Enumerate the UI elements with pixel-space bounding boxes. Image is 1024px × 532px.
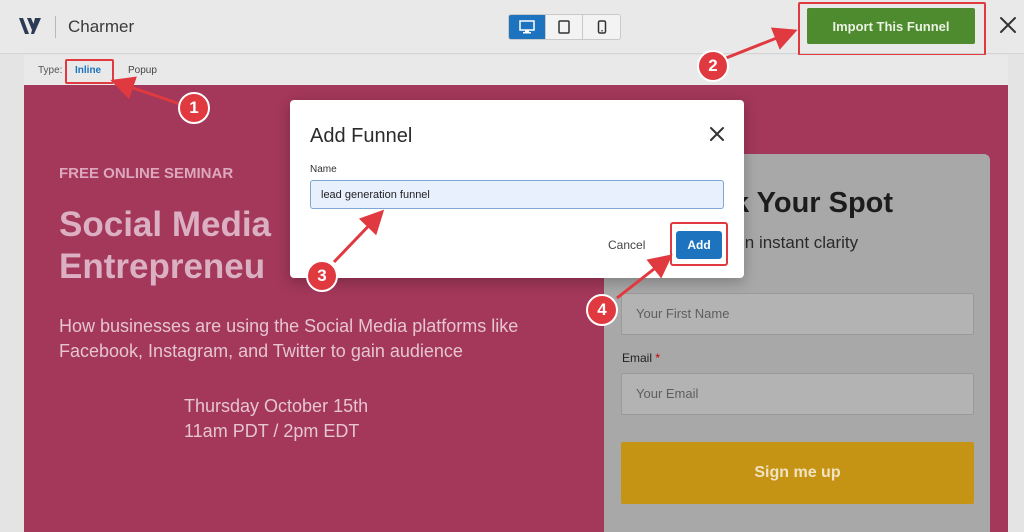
device-switcher [508, 14, 621, 40]
step-3-badge: 3 [306, 260, 338, 292]
headline-line-2: Entrepreneu [59, 247, 266, 286]
event-date-day: Thursday October 15th [184, 396, 369, 416]
step-2-badge: 2 [697, 50, 729, 82]
step-4-badge: 4 [586, 294, 618, 326]
mobile-icon [597, 20, 606, 34]
tablet-view-button[interactable] [546, 15, 583, 39]
first-name-input[interactable]: Your First Name [621, 293, 974, 335]
modal-close-icon[interactable] [708, 125, 726, 143]
event-date: Thursday October 15th 11am PDT / 2pm EDT [184, 394, 484, 444]
email-label-text: Email [622, 351, 653, 365]
seminar-eyebrow: FREE ONLINE SEMINAR [59, 165, 234, 182]
headline-line-1: Social Media [59, 205, 272, 244]
signup-card-title: k Your Spot [733, 187, 894, 219]
app-brand: Charmer [68, 17, 135, 36]
desktop-view-button[interactable] [509, 15, 546, 39]
name-label: Name [310, 164, 337, 175]
step-1-badge: 1 [178, 92, 210, 124]
desktop-icon [519, 20, 535, 34]
signup-card-subtitle: in instant clarity [741, 233, 859, 252]
email-label: Email * [622, 351, 660, 365]
inline-highlight-box [65, 59, 114, 84]
preview-description: How businesses are using the Social Medi… [59, 316, 519, 361]
type-bar: Type: Inline Popup [24, 55, 1008, 85]
modal-title: Add Funnel [310, 125, 413, 147]
sign-up-button[interactable]: Sign me up [621, 442, 974, 504]
event-date-time: 11am PDT / 2pm EDT [184, 421, 360, 441]
preview-headline: Social Media Entrepreneu [59, 204, 319, 288]
email-input[interactable]: Your Email [621, 373, 974, 415]
required-marker: * [655, 351, 661, 365]
type-popup-option[interactable]: Popup [128, 65, 157, 76]
import-highlight-box [798, 2, 986, 56]
logo-divider [55, 16, 56, 38]
charmer-logo-icon [19, 18, 41, 34]
close-icon[interactable] [997, 14, 1019, 36]
cancel-button[interactable]: Cancel [608, 238, 645, 252]
mobile-view-button[interactable] [583, 15, 620, 39]
tablet-icon [558, 20, 570, 34]
type-label: Type: [38, 65, 63, 76]
add-highlight-box [670, 222, 728, 266]
funnel-name-input[interactable] [310, 180, 724, 209]
